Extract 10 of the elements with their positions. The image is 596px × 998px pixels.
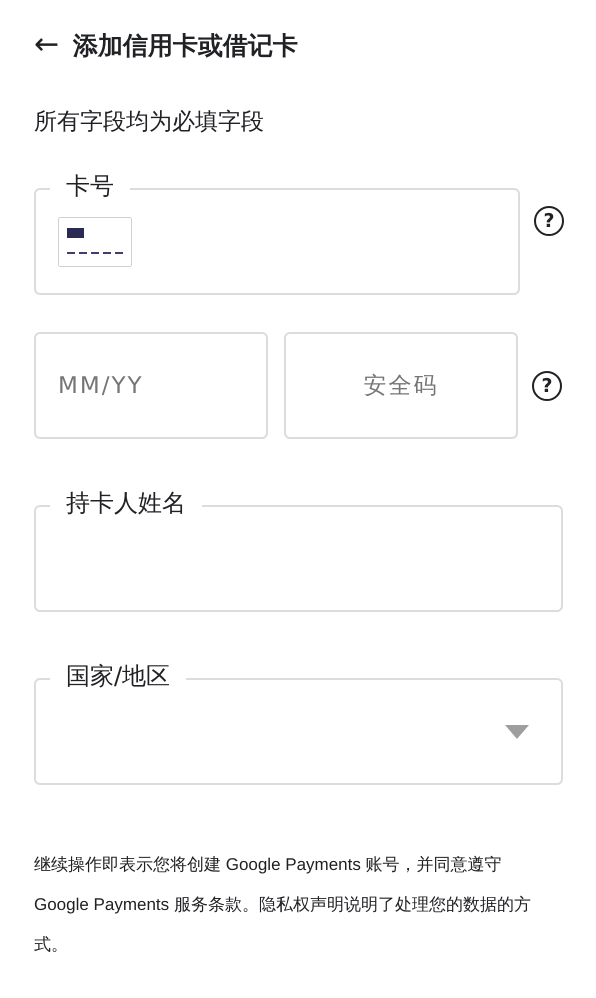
security-code-field[interactable]: 安全码 [284,332,518,439]
back-button[interactable]: ← [34,30,60,60]
expiry-field[interactable]: MM/YY [34,332,268,439]
terms-text: 继续操作即表示您将创建 Google Payments 账号，并同意遵守 Google Payments 服务条款。隐私权声明说明了处理您的数据的方式。 [34,854,532,956]
page-title: 添加信用卡或借记卡 [73,30,298,62]
required-note: 所有字段均为必填字段 [34,108,265,137]
credit-card-icon [58,216,132,266]
help-icon[interactable]: ? [532,370,562,400]
dropdown-arrow-icon [505,725,529,739]
help-icon[interactable]: ? [534,206,564,236]
